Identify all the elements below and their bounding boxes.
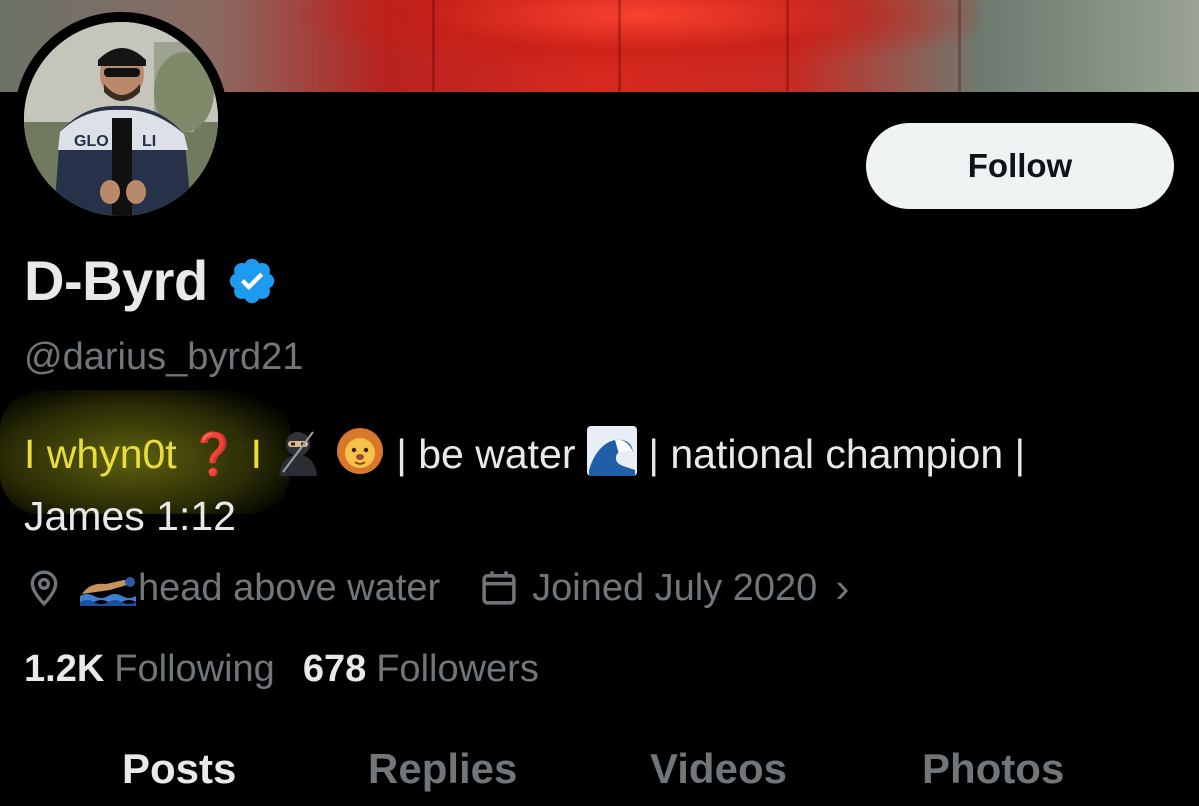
ninja-emoji-icon xyxy=(279,431,318,476)
following-count: 1.2K xyxy=(24,648,105,690)
followers-count: 678 xyxy=(302,648,367,690)
banner-panel-line xyxy=(786,0,789,92)
svg-text:GLO: GLO xyxy=(74,133,109,150)
swimmer-emoji-icon xyxy=(80,577,136,606)
chevron-right-icon[interactable]: › xyxy=(835,564,849,612)
tab-photos[interactable]: Photos xyxy=(922,745,1064,793)
profile-page: GLO LI Follow D-Byrd @darius_byrd21 I wh… xyxy=(0,0,1199,806)
bio-text-bible-verse: James 1:12 xyxy=(24,493,236,539)
banner-panel-line xyxy=(432,0,435,92)
tab-videos[interactable]: Videos xyxy=(650,745,787,793)
followers-label: Followers xyxy=(376,648,539,690)
banner-panel-line xyxy=(618,0,621,92)
followers-stat[interactable]: 678 Followers xyxy=(303,648,539,691)
svg-text:LI: LI xyxy=(142,133,156,150)
banner-panel-line xyxy=(958,0,961,92)
avatar-illustration: GLO LI xyxy=(24,22,218,216)
bio-text-be-water: | be water xyxy=(396,431,576,477)
profile-tabs: Posts Replies Videos Photos xyxy=(0,745,1199,806)
user-handle: @darius_byrd21 xyxy=(24,336,304,378)
bio-text-national-champion: | national champion | xyxy=(648,431,1026,477)
following-stat[interactable]: 1.2K Following xyxy=(24,648,275,691)
following-label: Following xyxy=(114,648,275,690)
profile-bio: I whyn0t ❓ I | be water | national champ… xyxy=(24,423,1174,547)
location-text: head above water xyxy=(138,566,441,609)
verified-badge-icon[interactable] xyxy=(226,255,278,307)
wave-emoji-icon xyxy=(586,426,637,476)
follow-button[interactable]: Follow xyxy=(866,123,1174,209)
lion-emoji-icon xyxy=(336,428,383,474)
follow-stats: 1.2K Following 678 Followers xyxy=(24,648,567,691)
display-name-row: D-Byrd xyxy=(24,248,278,313)
display-name: D-Byrd xyxy=(24,249,208,312)
tab-posts[interactable]: Posts xyxy=(122,745,236,793)
location-pin-icon xyxy=(30,570,58,607)
bio-separator: I xyxy=(250,431,262,477)
banner-glow xyxy=(300,0,980,70)
profile-meta-row: head above water Joined July 2020 › xyxy=(24,562,849,614)
bio-text-whynot: I whyn0t xyxy=(24,431,177,477)
tab-replies[interactable]: Replies xyxy=(368,745,517,793)
avatar[interactable]: GLO LI xyxy=(14,12,228,226)
question-mark-emoji: ❓ xyxy=(188,431,240,477)
joined-item: Joined July 2020 › xyxy=(478,564,849,612)
calendar-icon xyxy=(482,571,516,605)
avatar-photo: GLO LI xyxy=(24,22,218,216)
location-item: head above water xyxy=(24,567,440,610)
joined-date-text: Joined July 2020 xyxy=(532,566,818,609)
